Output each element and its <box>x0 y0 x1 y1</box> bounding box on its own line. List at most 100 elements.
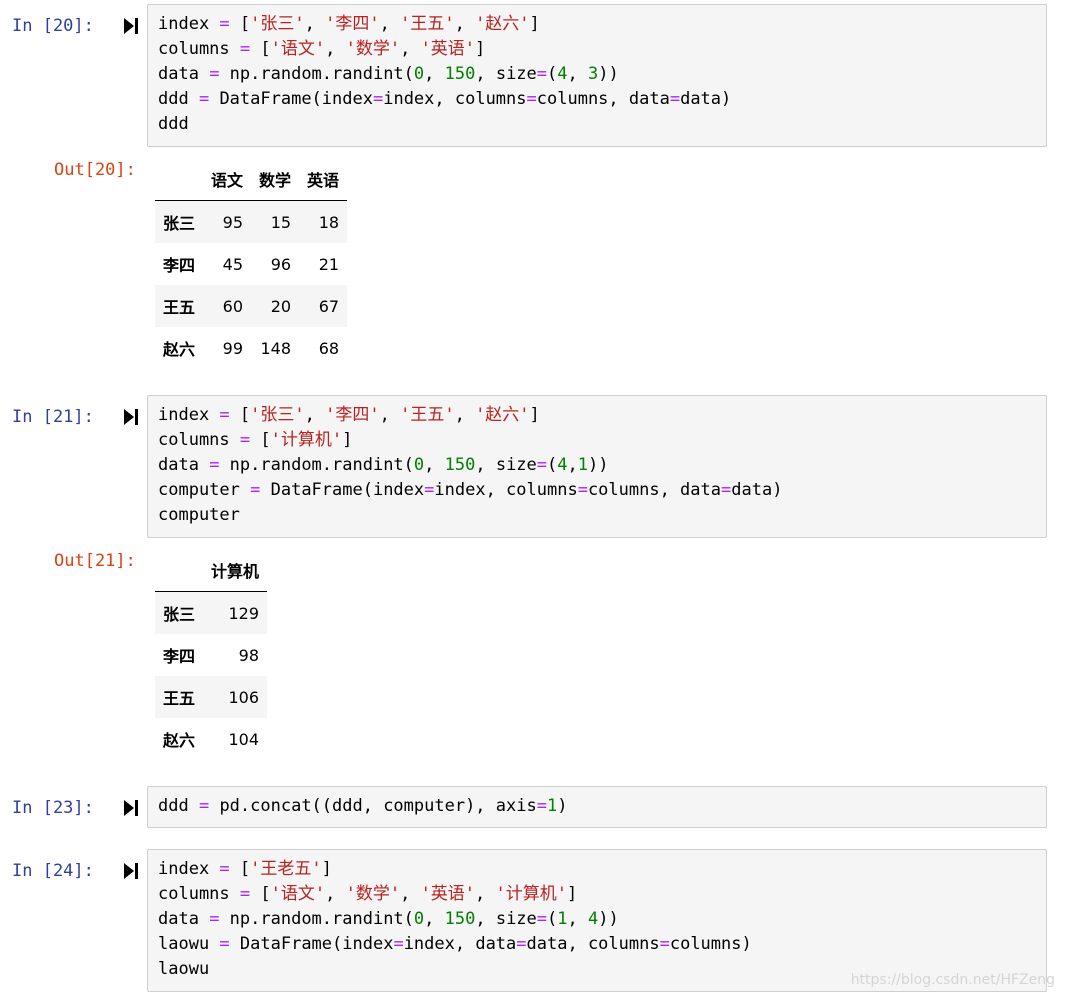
code-token: '语文' <box>270 884 326 904</box>
code-token: = <box>219 934 230 954</box>
table-row: 张三 95 15 18 <box>155 200 348 243</box>
code-token: '张三' <box>250 405 305 425</box>
code-token: 1 <box>557 909 568 929</box>
code-token: index <box>158 14 220 34</box>
code-token: DataFrame(index <box>229 934 394 954</box>
code-token: '英语' <box>420 884 476 904</box>
table-cell: 18 <box>318 212 340 232</box>
table-cell: 148 <box>260 338 292 358</box>
code-token: 4 <box>557 455 568 475</box>
code-editor[interactable]: index = ['王老五'] columns = ['语文', '数学', '… <box>147 849 1047 992</box>
code-token: = <box>372 89 384 109</box>
row-index: 张三 <box>163 214 196 233</box>
code-token: , size <box>475 455 537 475</box>
code-token: columns, data <box>536 89 670 109</box>
code-token: data) <box>680 89 732 109</box>
code-token: '王五' <box>400 405 455 425</box>
code-editor[interactable]: ddd = pd.concat((ddd, computer), axis=1) <box>147 786 1047 828</box>
column-header: 语文 <box>203 158 252 201</box>
code-editor[interactable]: index = ['张三', '李四', '王五', '赵六'] columns… <box>147 4 1047 147</box>
table-cell: 60 <box>222 296 244 316</box>
code-token: 0 <box>413 909 425 929</box>
code-token: , <box>304 405 326 425</box>
code-token: )) <box>598 64 619 84</box>
row-index: 李四 <box>163 647 196 666</box>
code-token: DataFrame(index <box>260 480 425 500</box>
code-token: ] <box>321 859 332 879</box>
code-token: laowu <box>158 934 220 954</box>
code-token: columns <box>158 430 240 450</box>
code-line: computer <box>158 503 1036 528</box>
code-editor[interactable]: index = ['张三', '李四', '王五', '赵六'] columns… <box>147 395 1047 538</box>
code-token: = <box>209 909 220 929</box>
run-cell-icon[interactable] <box>124 800 138 816</box>
code-token: data) <box>731 480 783 500</box>
code-token: '赵六' <box>475 14 530 34</box>
code-token: = <box>577 480 588 500</box>
code-token: )) <box>598 909 619 929</box>
code-token: ] <box>342 430 353 450</box>
code-token: [ <box>229 405 251 425</box>
code-token: index <box>158 859 220 879</box>
code-token: , size <box>475 64 537 84</box>
table-header-row: 语文 数学 英语 <box>155 158 348 201</box>
code-token: np.random.randint( <box>219 455 414 475</box>
code-token: data <box>158 909 210 929</box>
code-line: data = np.random.randint(0, 150, size=(4… <box>158 453 1036 478</box>
table-row: 王五 60 20 67 <box>155 285 348 327</box>
input-prompt: In [24]: <box>12 861 94 881</box>
code-token: = <box>209 455 220 475</box>
table-header-row: 计算机 <box>155 549 268 592</box>
code-token: index, columns <box>434 480 578 500</box>
code-line: index = ['张三', '李四', '王五', '赵六'] <box>158 403 1036 428</box>
code-token: computer <box>158 480 251 500</box>
code-token: 3 <box>588 64 599 84</box>
run-cell-icon[interactable] <box>124 863 138 879</box>
row-index: 李四 <box>163 256 196 275</box>
table-cell: 96 <box>270 254 292 274</box>
code-token: '计算机' <box>495 884 568 904</box>
code-token: = <box>536 455 548 475</box>
code-token: data <box>158 455 210 475</box>
row-index: 王五 <box>163 689 196 708</box>
code-line: laowu = DataFrame(index=index, data=data… <box>158 932 1036 957</box>
code-token: [ <box>229 859 251 879</box>
code-token: ddd <box>158 89 199 109</box>
code-token: = <box>219 14 230 34</box>
code-token: columns) <box>669 934 752 954</box>
code-token: , <box>475 884 496 904</box>
code-token: ( <box>547 909 558 929</box>
input-prompt: In [21]: <box>12 407 94 427</box>
code-token: , <box>424 455 445 475</box>
code-token: , <box>400 884 421 904</box>
code-line: ddd = pd.concat((ddd, computer), axis=1) <box>158 794 1036 819</box>
code-token: , size <box>475 909 537 929</box>
code-token: , <box>400 39 421 59</box>
run-cell-icon[interactable] <box>124 409 138 425</box>
code-line: data = np.random.randint(0, 150, size=(1… <box>158 907 1036 932</box>
table-row: 张三 129 <box>155 591 268 634</box>
output-prompt: Out[21]: <box>54 551 136 571</box>
code-token: '数学' <box>345 884 401 904</box>
row-index: 赵六 <box>163 340 196 359</box>
table-row: 李四 45 96 21 <box>155 243 347 285</box>
code-token: , <box>567 64 589 84</box>
code-token: = <box>239 39 251 59</box>
code-token: '李四' <box>325 14 380 34</box>
code-token: 150 <box>444 64 476 84</box>
run-cell-icon[interactable] <box>124 18 138 34</box>
code-line: ddd <box>158 112 1036 137</box>
table-row: 李四 98 <box>155 634 267 676</box>
code-token: [ <box>229 14 251 34</box>
code-token: '王五' <box>400 14 455 34</box>
code-token: ] <box>475 39 486 59</box>
code-token: 0 <box>413 64 425 84</box>
code-token: = <box>424 480 435 500</box>
table-cell: 106 <box>228 687 260 707</box>
code-token: , <box>454 405 476 425</box>
table-row: 赵六 104 <box>155 718 267 760</box>
code-token: [ <box>250 430 271 450</box>
code-token: = <box>198 796 210 816</box>
code-token: DataFrame(index <box>209 89 373 109</box>
code-token: np.random.randint( <box>219 909 414 929</box>
